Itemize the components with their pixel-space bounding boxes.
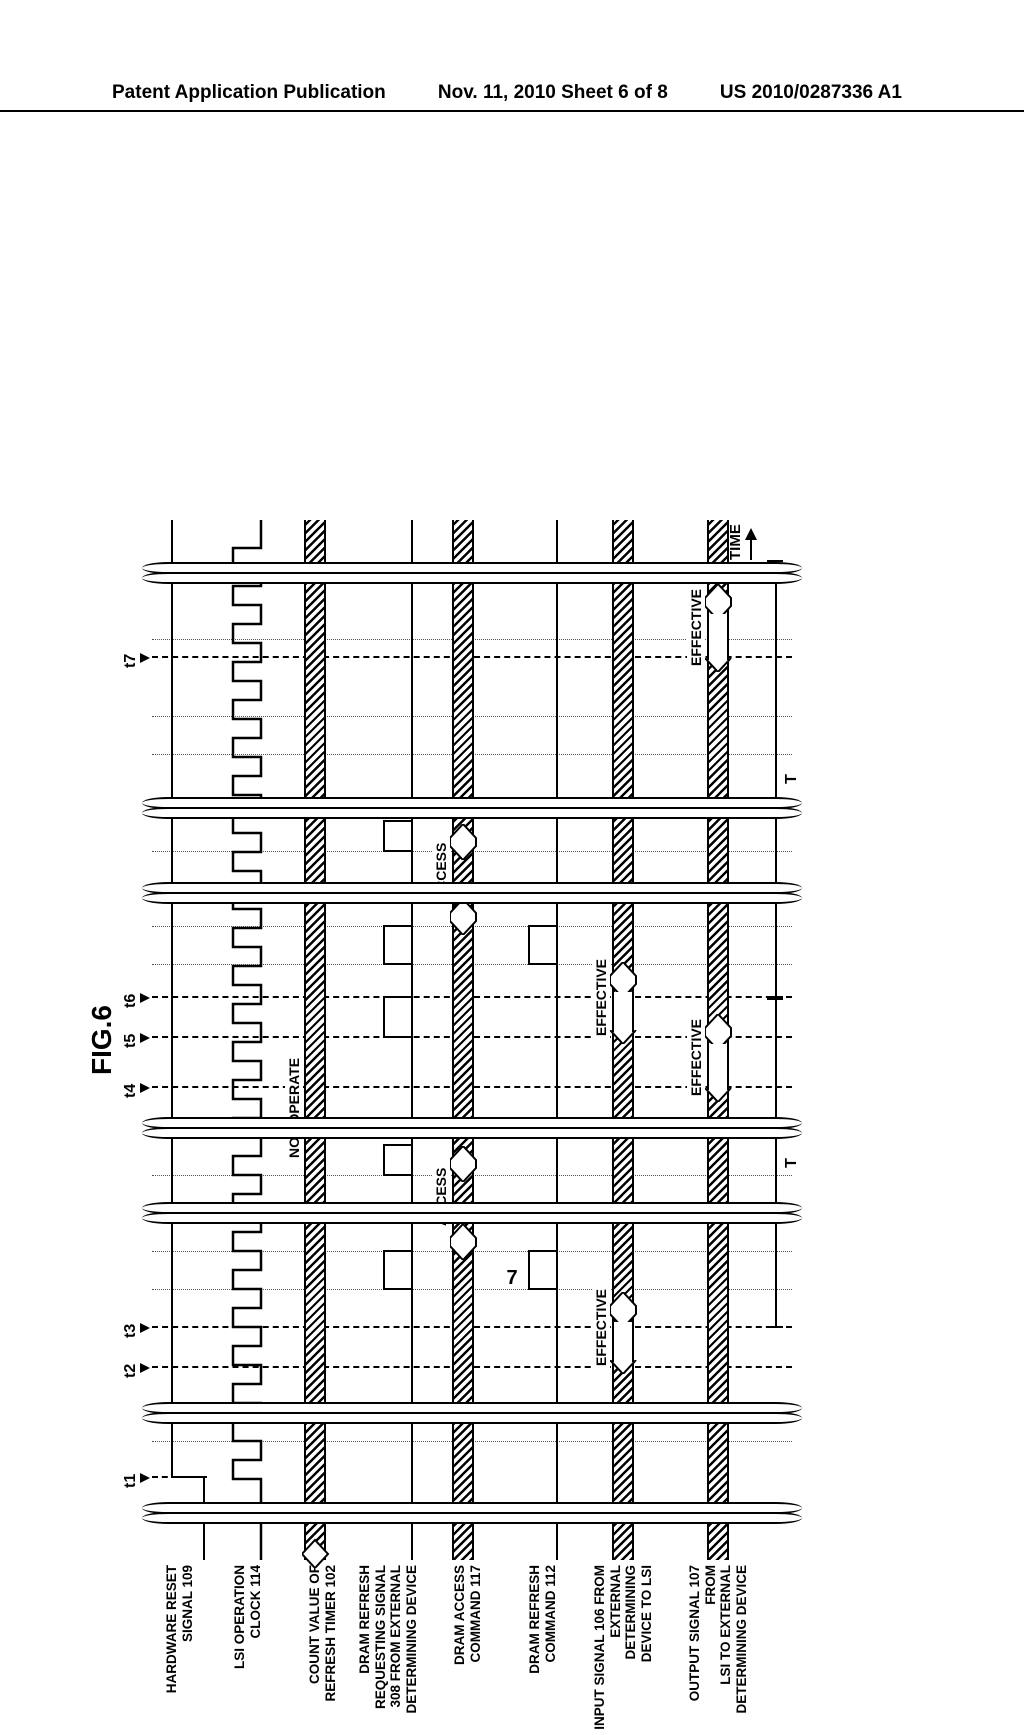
time-marker-t5: t5	[122, 1034, 140, 1048]
figure-title: FIG.6	[86, 520, 118, 1560]
time-break-icon	[142, 1202, 802, 1224]
annotation-effective: EFFECTIVE	[592, 957, 610, 1038]
signal-label: INPUT SIGNAL 106 FROMEXTERNAL DETERMININ…	[592, 1565, 654, 1735]
signal-label: COUNT VALUE OFREFRESH TIMER 102	[307, 1565, 338, 1735]
time-break-icon	[142, 797, 802, 819]
time-marker-t6: t6	[122, 994, 140, 1008]
arrow-down-icon	[140, 993, 150, 1003]
time-marker-t4: t4	[122, 1084, 140, 1098]
arrow-down-icon	[140, 1323, 150, 1333]
annotation-not-operate: NOT OPERATE	[285, 1056, 303, 1160]
time-marker-t7: t7	[122, 654, 140, 668]
arrow-down-icon	[140, 1033, 150, 1043]
time-axis-arrow-icon	[750, 530, 752, 560]
patent-page-header: Patent Application Publication Nov. 11, …	[0, 82, 1024, 112]
cycle-label: T	[783, 774, 801, 784]
time-marker-t2: t2	[122, 1364, 140, 1378]
annotation-effective: EFFECTIVE	[687, 1017, 705, 1098]
time-marker-t1: t1	[122, 1474, 140, 1488]
arrow-down-icon	[140, 653, 150, 663]
arrow-down-icon	[140, 1083, 150, 1093]
cycle-label: T	[783, 1158, 801, 1168]
arrow-down-icon	[140, 1363, 150, 1373]
signal-label: DRAM REFRESHREQUESTING SIGNAL308 FROM EX…	[357, 1565, 419, 1735]
figure-container: FIG.6 HARDWARE RESETSIGNAL 109 LSI OPERA…	[132, 180, 812, 1220]
timing-chart: t1 t2 t3 t4 t5 t6 t7	[132, 520, 812, 1560]
annotation-effective: EFFECTIVE	[687, 587, 705, 668]
header-pub-number: US 2010/0287336 A1	[720, 82, 902, 104]
signal-label: LSI OPERATIONCLOCK 114	[232, 1565, 263, 1735]
time-break-icon	[142, 1502, 802, 1524]
time-break-icon	[142, 1402, 802, 1424]
signal-label: DRAM REFRESHCOMMAND 112	[527, 1565, 558, 1735]
time-axis-label: TIME	[727, 524, 744, 560]
arrow-down-icon	[140, 1473, 150, 1483]
signal-label: HARDWARE RESETSIGNAL 109	[164, 1565, 195, 1735]
time-break-icon	[142, 562, 802, 584]
signal-label: DRAM ACCESSCOMMAND 117	[452, 1565, 483, 1735]
time-break-icon	[142, 1117, 802, 1139]
header-date-sheet: Nov. 11, 2010 Sheet 6 of 8	[438, 82, 668, 104]
annotation-effective: EFFECTIVE	[592, 1287, 610, 1368]
cycle-marker: T	[767, 560, 785, 998]
time-break-icon	[142, 882, 802, 904]
signal-label: OUTPUT SIGNAL 107 FROMLSI TO EXTERNALDET…	[687, 1565, 749, 1735]
page-number: 7	[0, 1267, 1024, 1290]
header-publication-type: Patent Application Publication	[112, 82, 386, 104]
rotated-diagram: FIG.6 HARDWARE RESETSIGNAL 109 LSI OPERA…	[132, 520, 812, 1560]
time-marker-t3: t3	[122, 1324, 140, 1338]
